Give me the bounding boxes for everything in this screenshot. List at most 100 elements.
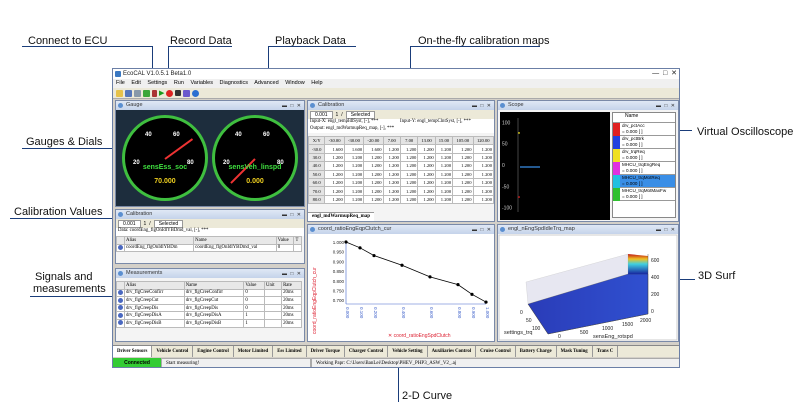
calibration-cell[interactable]: 1.200 <box>382 144 401 154</box>
connect-icon[interactable] <box>143 89 150 97</box>
calibration-cell[interactable]: 1.200 <box>324 177 345 188</box>
calibration-cell[interactable]: 1.200 <box>343 152 365 163</box>
calibration-cell[interactable]: 1.200 <box>452 169 474 179</box>
calibration-cell[interactable]: 1.200 <box>324 169 345 179</box>
calibration-cell[interactable]: 1.200 <box>343 186 365 196</box>
tab-cruise-control[interactable]: Cruise Control <box>476 346 516 357</box>
stop-icon[interactable] <box>175 90 182 96</box>
calibration-cell[interactable]: 1.200 <box>399 152 419 163</box>
calibration-cell[interactable]: 1.200 <box>434 169 454 179</box>
calibration-cell[interactable]: 1.200 <box>452 194 474 205</box>
menu-edit[interactable]: Edit <box>131 80 140 86</box>
calibration-cell[interactable]: 1.200 <box>452 161 474 171</box>
menu-run[interactable]: Run <box>174 80 184 86</box>
legend-item[interactable]: drv_trqReq = 0.000 [ ] <box>613 149 675 162</box>
help-icon[interactable] <box>192 89 200 97</box>
calibration-cell[interactable]: 1.200 <box>452 186 474 196</box>
calibration-cell[interactable]: 1.200 <box>434 186 454 196</box>
calibration-cell[interactable]: 1.200 <box>417 194 436 205</box>
tab-charger-control[interactable]: Charger Control <box>345 346 389 357</box>
calibration-cell[interactable]: 1.200 <box>343 177 365 188</box>
calibration-cell[interactable]: 1.200 <box>472 161 494 171</box>
curve-point[interactable] <box>484 300 488 304</box>
calibration-cell[interactable]: 1.200 <box>434 194 454 205</box>
play-icon[interactable]: ▶ <box>159 89 164 97</box>
panel-window-buttons[interactable]: ▬ □ ✕ <box>472 102 492 111</box>
legend-item[interactable]: drv_pctBrk = 0.000 [ ] <box>613 136 675 149</box>
calibration-cell[interactable]: 1.200 <box>399 161 419 171</box>
tab-ess-limited[interactable]: Ess Limited <box>273 346 307 357</box>
curve-point[interactable] <box>400 263 404 267</box>
calibration-cell[interactable]: 1.200 <box>363 161 384 171</box>
calibration-cell[interactable]: 1.200 <box>382 177 401 188</box>
open-folder-icon[interactable] <box>116 89 123 97</box>
curve-plot[interactable]: 1.000 0.950 0.900 0.850 0.800 0.750 0.7000.000… <box>308 234 494 341</box>
tab-trans-c[interactable]: Trans C <box>593 346 619 357</box>
calibration-cell[interactable]: 1.200 <box>472 152 494 163</box>
step-input[interactable]: 0.001 <box>310 110 333 119</box>
table-row[interactable]: drv_flgCreepDisA drv_flgCreepDisA 1 20ms <box>116 311 302 320</box>
calibration-cell[interactable]: 1.200 <box>472 186 494 196</box>
selected-dropdown[interactable]: Selected <box>345 110 376 119</box>
calibration-cell[interactable]: 1.200 <box>382 194 401 205</box>
calibration-cell[interactable]: 1.200 <box>417 144 436 154</box>
map-tab[interactable]: engl_mdWarmupReq_map <box>308 212 375 221</box>
menu-window[interactable]: Window <box>285 80 305 86</box>
tab-engine-control[interactable]: Engine Control <box>193 346 234 357</box>
calibration-cell[interactable]: 1.200 <box>324 161 345 171</box>
tab-battery-charge[interactable]: Battery Charge <box>516 346 557 357</box>
menu-help[interactable]: Help <box>311 80 322 86</box>
legend-item[interactable]: MHCU_trqMotMaxFw = 0.000 [ ] <box>613 188 675 201</box>
window-controls[interactable]: — □ ✕ <box>652 69 677 79</box>
tab-vehicle-control[interactable]: Vehicle Control <box>152 346 194 357</box>
table-row[interactable]: drv_flgCreepCut drv_flgCreepCut 0 20ms <box>116 296 302 305</box>
calibration-cell[interactable]: 1.200 <box>472 144 494 154</box>
tab-mask-tuning[interactable]: Mask Tuning <box>557 346 593 357</box>
calibration-cell[interactable]: 1.200 <box>363 177 384 188</box>
calibration-cell[interactable]: 1.200 <box>452 177 474 188</box>
tab-driver-sensors[interactable]: Driver Sensors <box>113 346 153 357</box>
menu-advanced[interactable]: Advanced <box>254 80 278 86</box>
tab-motor-limited[interactable]: Motor Limited <box>234 346 274 357</box>
calibration-cell[interactable]: 1.200 <box>399 177 419 188</box>
legend-item[interactable]: MHCU_trqEngReq = 0.000 [ ] <box>613 162 675 175</box>
curve-point[interactable] <box>344 240 348 244</box>
tab-auxiliaries-control[interactable]: Auxiliaries Control <box>428 346 477 357</box>
menu-file[interactable]: File <box>116 80 125 86</box>
calibration-cell[interactable]: 1.200 <box>382 169 401 179</box>
calibration-cell[interactable]: 1.200 <box>324 186 345 196</box>
calibration-cell[interactable]: 1.200 <box>363 194 384 205</box>
scope-plot[interactable]: 100 50 0 -50 -100 <box>500 112 610 220</box>
tab-vehicle-setting[interactable]: Vehicle Setting <box>388 346 428 357</box>
calibration-cell[interactable]: 1.200 <box>452 144 474 154</box>
calibration-cell[interactable]: 1.200 <box>417 177 436 188</box>
table-row[interactable]: drv_flgCreepDis drv_flgCreepDis 0 20ms <box>116 303 302 313</box>
menu-variables[interactable]: Variables <box>190 80 213 86</box>
calibration-cell[interactable]: 1.200 <box>382 161 401 171</box>
calibration-cell[interactable]: 1.200 <box>417 169 436 179</box>
calibration-cell[interactable]: 1.200 <box>417 186 436 196</box>
legend-item[interactable]: MHCU_trqMotReq = 0.000 [ ] <box>613 175 675 188</box>
calibration-cell[interactable]: 1.200 <box>363 152 384 163</box>
table-row[interactable]: drv_flgCreepDisB drv_flgCreepDisB 1 20ms <box>116 318 302 328</box>
save-all-icon[interactable] <box>134 89 141 97</box>
calibration-cell[interactable]: 1.200 <box>452 152 474 163</box>
tab-driver-torque[interactable]: Driver Torque <box>307 346 345 357</box>
table-row[interactable]: drv_flgCreeConfirr drv_flgCreeConfirr 0 20m… <box>116 288 302 298</box>
calibration-cell[interactable]: 1.200 <box>363 169 384 179</box>
calibration-cell[interactable]: 1.200 <box>363 186 384 196</box>
calibration-cell[interactable]: 1.200 <box>399 144 419 154</box>
calibration-cell[interactable]: 1.600 <box>343 144 365 154</box>
save-icon[interactable] <box>125 89 132 97</box>
calibration-cell[interactable]: 1.200 <box>434 144 454 154</box>
calibration-cell[interactable]: 1.600 <box>324 144 345 154</box>
calibration-cell[interactable]: 1.200 <box>434 152 454 163</box>
menu-diagnostics[interactable]: Diagnostics <box>220 80 248 86</box>
playback-icon[interactable] <box>183 89 191 97</box>
calibration-cell[interactable]: 1.600 <box>363 144 384 154</box>
curve-point[interactable] <box>372 253 376 258</box>
curve-point[interactable] <box>456 283 460 287</box>
curve-point[interactable] <box>358 246 362 250</box>
calibration-cell[interactable]: 1.200 <box>472 177 494 188</box>
calibration-cell[interactable]: 1.200 <box>343 169 365 179</box>
